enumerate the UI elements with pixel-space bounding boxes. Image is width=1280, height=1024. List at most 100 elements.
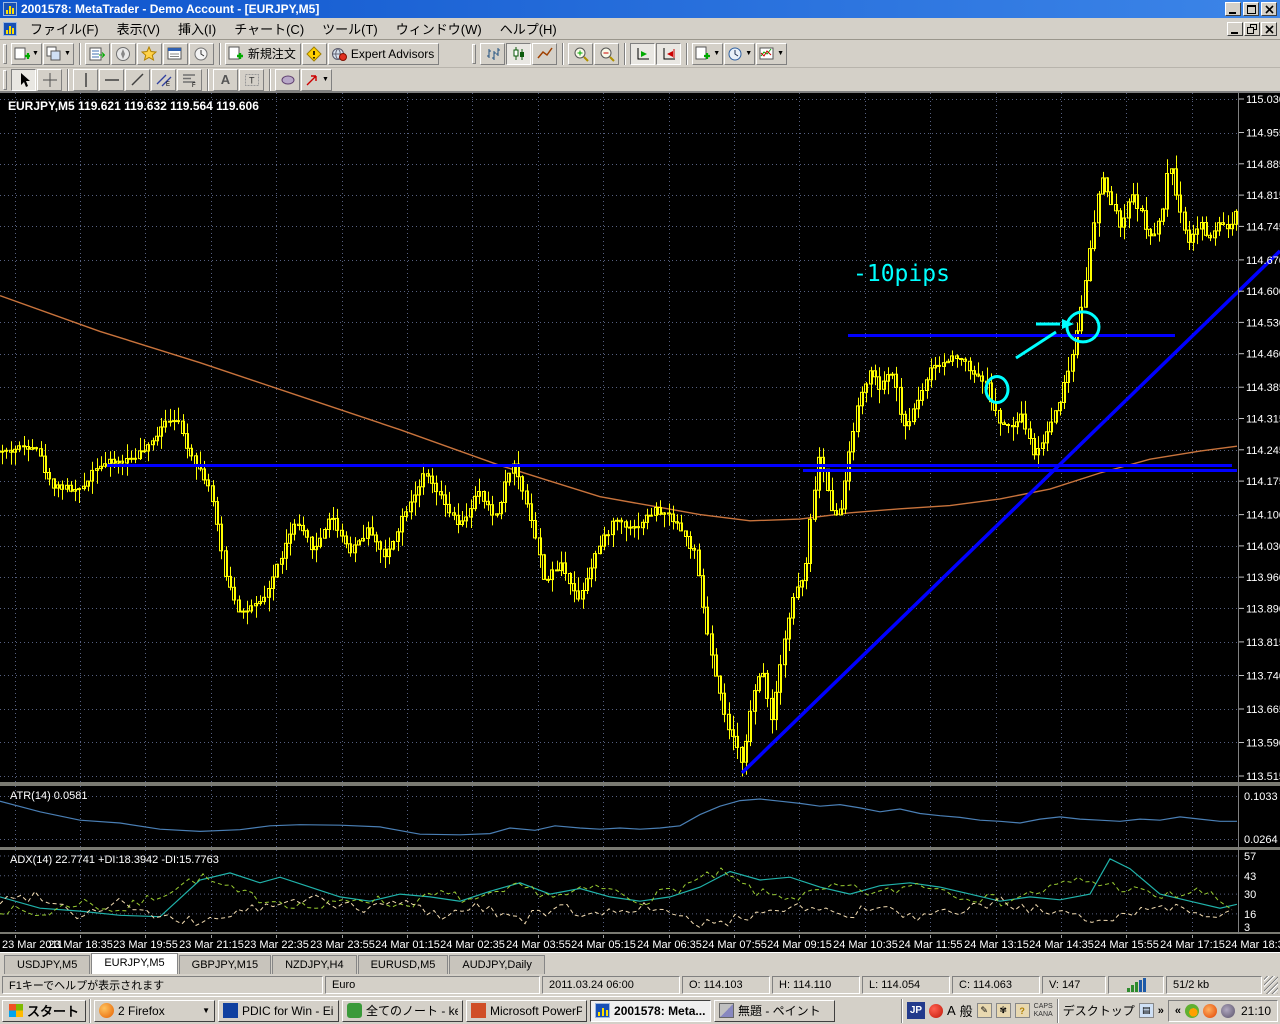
- taskbar-window-button[interactable]: 全てのノート - ken... ▼: [342, 1000, 463, 1022]
- crosshair-button[interactable]: [37, 69, 62, 91]
- chart-window-icon[interactable]: [3, 22, 17, 36]
- status-help-text: F1キーでヘルプが表示されます: [2, 976, 323, 994]
- text-icon: A: [221, 73, 230, 86]
- periods-button[interactable]: ▼: [724, 43, 755, 65]
- child-close-button[interactable]: [1261, 22, 1277, 36]
- menu-item[interactable]: 表示(V): [108, 19, 169, 40]
- status-symbol-name: Euro: [325, 976, 540, 994]
- cursor-button[interactable]: [11, 69, 36, 91]
- toolbar-grip[interactable]: [3, 44, 7, 64]
- svg-text:24 Mar 07:55: 24 Mar 07:55: [702, 939, 767, 951]
- tray-update-icon[interactable]: [1185, 1004, 1199, 1018]
- chart-tab[interactable]: EURJPY,M5: [91, 953, 177, 974]
- arrows-button[interactable]: ▼: [301, 69, 332, 91]
- panel-splitter[interactable]: [0, 847, 1280, 850]
- menu-item[interactable]: チャート(C): [225, 19, 313, 40]
- ime-dictionary-icon[interactable]: ✾: [996, 1003, 1011, 1018]
- tray-volume-icon[interactable]: [1221, 1004, 1235, 1018]
- navigator-button[interactable]: [111, 43, 136, 65]
- resize-grip[interactable]: [1264, 976, 1278, 994]
- chart-tab[interactable]: GBPJPY,M15: [179, 955, 271, 974]
- indicators-button[interactable]: ▼: [756, 43, 787, 65]
- desktop-toolbar-label[interactable]: デスクトップ: [1063, 1002, 1135, 1019]
- svg-text:113.590: 113.590: [1246, 738, 1280, 750]
- new-order-button[interactable]: 新規注文: [225, 43, 301, 65]
- chart-tab[interactable]: AUDJPY,Daily: [449, 955, 545, 974]
- data-window-button[interactable]: [137, 43, 162, 65]
- toolbar-more-chevron[interactable]: »: [1158, 1005, 1164, 1017]
- toolbar-grip[interactable]: [472, 44, 476, 64]
- metaeditor-button[interactable]: [302, 43, 327, 65]
- taskbar-window-button[interactable]: 2001578: Meta... ▼: [590, 1000, 711, 1022]
- svg-text:24 Mar 01:15: 24 Mar 01:15: [375, 939, 440, 951]
- child-restore-button[interactable]: [1244, 22, 1260, 36]
- tray-opera-icon[interactable]: [1203, 1004, 1217, 1018]
- new-chart-button[interactable]: ▼: [11, 43, 42, 65]
- templates-button[interactable]: ▼: [692, 43, 723, 65]
- vertical-line-button[interactable]: [73, 69, 98, 91]
- chart-tab[interactable]: USDJPY,M5: [4, 955, 90, 974]
- toolbar-grip[interactable]: [3, 70, 7, 90]
- maximize-button[interactable]: [1243, 2, 1259, 16]
- text-button[interactable]: A: [213, 69, 238, 91]
- annotation-text[interactable]: -10pips: [853, 261, 950, 287]
- menu-item[interactable]: ヘルプ(H): [491, 19, 566, 40]
- chart-shift-button[interactable]: [656, 43, 681, 65]
- taskbar-window-button[interactable]: 無題 - ペイント ▼: [714, 1000, 835, 1022]
- panel-splitter[interactable]: [0, 782, 1280, 786]
- ellipse-button[interactable]: [275, 69, 300, 91]
- menu-item[interactable]: ツール(T): [313, 19, 387, 40]
- chart-tab[interactable]: NZDJPY,H4: [272, 955, 356, 974]
- zoom-out-button[interactable]: [594, 43, 619, 65]
- menu-bar: ファイル(F)表示(V)挿入(I)チャート(C)ツール(T)ウィンドウ(W)ヘル…: [0, 18, 1280, 40]
- svg-text:114.460: 114.460: [1246, 349, 1280, 361]
- ime-help-icon[interactable]: ?: [1015, 1003, 1030, 1018]
- bar-chart-button[interactable]: [480, 43, 505, 65]
- taskbar-window-button[interactable]: PDIC for Win - Ei... ▼: [218, 1000, 339, 1022]
- auto-scroll-button[interactable]: [630, 43, 655, 65]
- fibonacci-button[interactable]: F: [177, 69, 202, 91]
- minimize-button[interactable]: [1225, 2, 1241, 16]
- svg-text:113.665: 113.665: [1246, 704, 1280, 716]
- trendline-button[interactable]: [125, 69, 150, 91]
- strategy-tester-button[interactable]: [189, 43, 214, 65]
- menu-item[interactable]: 挿入(I): [169, 19, 225, 40]
- profiles-button[interactable]: ▼: [43, 43, 74, 65]
- menu-item[interactable]: ファイル(F): [21, 19, 108, 40]
- child-minimize-button[interactable]: [1227, 22, 1243, 36]
- zoom-in-button[interactable]: [568, 43, 593, 65]
- desktop-icon[interactable]: ▤: [1139, 1003, 1154, 1018]
- text-label-button[interactable]: T: [239, 69, 264, 91]
- taskbar-window-label: PDIC for Win - Ei...: [242, 1004, 334, 1018]
- line-studies-toolbar: E F A T ▼: [0, 68, 1280, 92]
- expert-advisors-button[interactable]: Expert Advisors: [328, 43, 439, 65]
- menu-item[interactable]: ウィンドウ(W): [387, 19, 491, 40]
- chart-canvas[interactable]: -10pipsEURJPY,M5 119.621 119.632 119.564…: [0, 93, 1280, 953]
- adx-label: ADX(14) 22.7741 +DI:18.3942 -DI:15.7763: [10, 854, 219, 866]
- line-chart-button[interactable]: [532, 43, 557, 65]
- close-button[interactable]: [1261, 2, 1277, 16]
- candlestick-chart-button[interactable]: [506, 43, 531, 65]
- ime-language-badge[interactable]: JP: [907, 1002, 925, 1019]
- start-button[interactable]: スタート: [2, 1000, 86, 1022]
- horizontal-line-button[interactable]: [99, 69, 124, 91]
- market-watch-button[interactable]: [85, 43, 110, 65]
- ime-conversion-mode[interactable]: 般: [960, 1001, 973, 1020]
- taskbar-window-button[interactable]: 2 Firefox ▼: [94, 1000, 215, 1022]
- terminal-button[interactable]: [163, 43, 188, 65]
- taskbar-window-button[interactable]: Microsoft PowerP... ▼: [466, 1000, 587, 1022]
- ime-input-mode[interactable]: A: [947, 1003, 956, 1018]
- chart-tab[interactable]: EURUSD,M5: [358, 955, 449, 974]
- ime-tool-icon[interactable]: [929, 1004, 943, 1018]
- svg-text:E: E: [166, 82, 170, 88]
- app-icon: [3, 2, 17, 16]
- channel-button[interactable]: E: [151, 69, 176, 91]
- taskbar-window-label: 2001578: Meta...: [614, 1004, 705, 1018]
- chevron-down-icon[interactable]: ▼: [202, 1006, 210, 1015]
- tray-expand-chevron[interactable]: «: [1175, 1005, 1181, 1017]
- svg-text:24 Mar 05:15: 24 Mar 05:15: [571, 939, 636, 951]
- ime-caps-kana[interactable]: CAPS KANA: [1034, 1003, 1053, 1019]
- ime-pad-icon[interactable]: ✎: [977, 1003, 992, 1018]
- new-order-label: 新規注文: [246, 45, 298, 62]
- taskbar-app-icon: [223, 1003, 238, 1018]
